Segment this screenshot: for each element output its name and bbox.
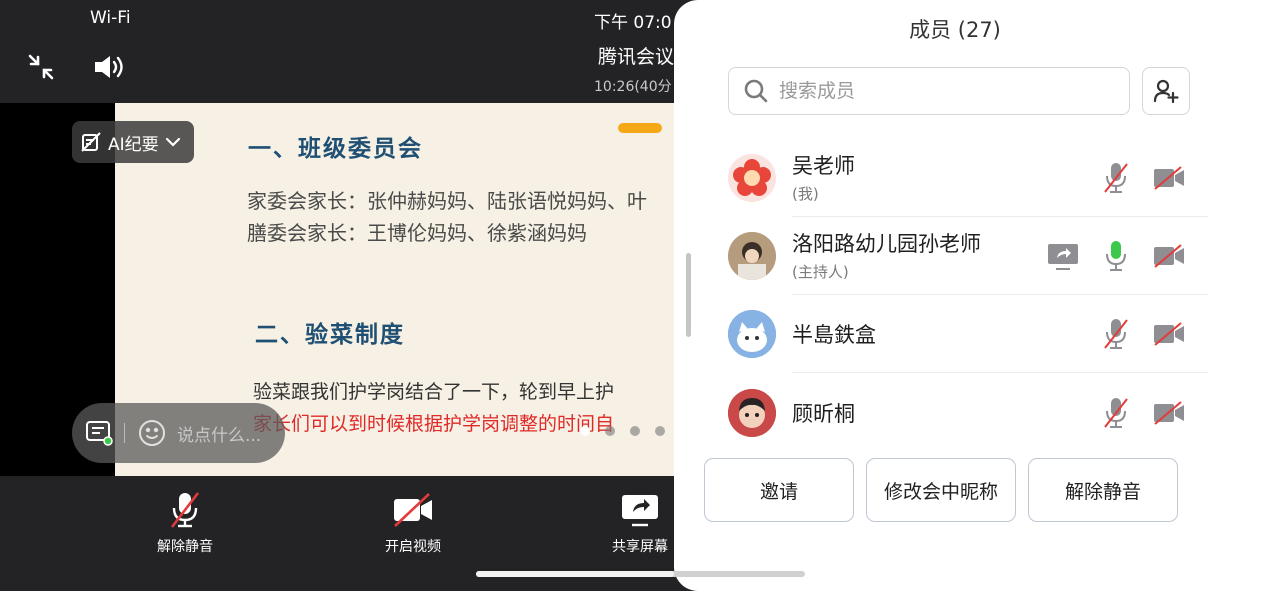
mic-muted-icon[interactable] bbox=[1102, 161, 1130, 195]
child-avatar-icon bbox=[728, 389, 776, 437]
panel-title: 成员 (27) bbox=[909, 18, 1001, 42]
unmute-button[interactable]: 解除静音 bbox=[125, 490, 245, 556]
slide-text-line: 家委会家长：张仲赫妈妈、陆张语悦妈妈、叶 bbox=[247, 189, 647, 213]
member-search[interactable] bbox=[728, 67, 1130, 115]
clock: 下午 07:0 bbox=[594, 13, 672, 33]
mic-on-icon[interactable] bbox=[1102, 239, 1130, 273]
meeting-title: 腾讯会议 bbox=[598, 46, 675, 68]
member-row[interactable]: 洛阳路幼儿园孙老师 (主持人) bbox=[728, 217, 1208, 295]
photo-avatar-icon bbox=[728, 232, 776, 280]
unmute-label: 解除静音 bbox=[157, 539, 213, 555]
meeting-duration: 10:26(40分 bbox=[594, 79, 672, 95]
slide-text-highlight: 家长们可以到时候根据护学岗调整的时间自 bbox=[253, 413, 615, 435]
emoji-icon[interactable] bbox=[137, 418, 167, 448]
screen-sharing-icon bbox=[1048, 244, 1078, 270]
caption-icon[interactable] bbox=[84, 419, 114, 447]
avatar bbox=[728, 232, 776, 280]
search-icon bbox=[744, 79, 768, 103]
camera-off-icon[interactable] bbox=[1152, 243, 1186, 269]
member-row[interactable]: 顾昕桐 bbox=[728, 374, 1208, 452]
flower-avatar-icon bbox=[733, 159, 771, 196]
member-name: 洛阳路幼儿园孙老师 bbox=[792, 232, 981, 256]
member-role: (主持人) bbox=[792, 263, 849, 281]
chevron-down-icon bbox=[165, 137, 180, 147]
members-panel: 成员 (27) 吴老师 (我) bbox=[674, 0, 1280, 591]
share-screen-icon bbox=[622, 495, 658, 527]
chat-placeholder: 说点什么... bbox=[177, 425, 262, 446]
slide-text-line: 膳委会家长：王博伦妈妈、徐紫涵妈妈 bbox=[247, 221, 587, 245]
slide-heading-2: 二、验菜制度 bbox=[255, 321, 405, 348]
camera-off-icon[interactable] bbox=[1152, 400, 1186, 426]
member-name: 顾昕桐 bbox=[792, 402, 855, 426]
camera-off-icon[interactable] bbox=[1152, 165, 1186, 191]
chat-input[interactable]: 说点什么... bbox=[72, 403, 285, 463]
avatar bbox=[728, 154, 776, 202]
exit-fullscreen-button[interactable] bbox=[24, 50, 58, 84]
slide-accent-bar bbox=[618, 123, 662, 133]
member-row[interactable]: 半島鉄盒 bbox=[728, 295, 1208, 373]
member-role: (我) bbox=[792, 185, 819, 203]
page-dot bbox=[580, 426, 590, 436]
invite-button[interactable]: 邀请 bbox=[704, 458, 854, 522]
page-dot bbox=[655, 426, 665, 436]
member-row[interactable]: 吴老师 (我) bbox=[728, 139, 1208, 217]
page-indicator bbox=[580, 426, 665, 436]
mic-muted-icon[interactable] bbox=[1102, 317, 1130, 351]
row-divider bbox=[792, 372, 1208, 373]
collapse-icon bbox=[28, 54, 54, 80]
unmute-all-button[interactable]: 解除静音 bbox=[1028, 458, 1178, 522]
ai-summary-off-icon bbox=[81, 132, 101, 152]
mic-muted-icon bbox=[170, 492, 200, 528]
home-indicator-segment bbox=[476, 571, 674, 577]
member-name: 半島鉄盒 bbox=[792, 323, 876, 347]
camera-off-icon bbox=[394, 493, 432, 527]
slide-heading-1: 一、班级委员会 bbox=[248, 135, 423, 162]
home-indicator bbox=[476, 571, 805, 577]
share-screen-label: 共享屏幕 bbox=[612, 539, 668, 555]
page-dot bbox=[605, 426, 615, 436]
start-video-button[interactable]: 开启视频 bbox=[353, 490, 473, 556]
member-name: 吴老师 bbox=[792, 154, 855, 178]
add-user-icon bbox=[1153, 79, 1179, 104]
start-video-label: 开启视频 bbox=[385, 539, 441, 555]
avatar bbox=[728, 389, 776, 437]
rename-button[interactable]: 修改会中昵称 bbox=[866, 458, 1016, 522]
ai-summary-label: AI纪要 bbox=[108, 134, 159, 155]
scrollbar[interactable] bbox=[686, 253, 691, 337]
mic-muted-icon[interactable] bbox=[1102, 396, 1130, 430]
wifi-status: Wi-Fi bbox=[90, 8, 131, 28]
speaker-button[interactable] bbox=[89, 50, 129, 84]
avatar bbox=[728, 310, 776, 358]
ai-summary-button[interactable]: AI纪要 bbox=[72, 121, 194, 163]
add-member-button[interactable] bbox=[1142, 67, 1190, 115]
member-search-input[interactable] bbox=[777, 79, 1121, 103]
slide-text-line: 验菜跟我们护学岗结合了一下，轮到早上护 bbox=[253, 381, 615, 403]
cat-avatar-icon bbox=[728, 310, 776, 358]
camera-off-icon[interactable] bbox=[1152, 321, 1186, 347]
chat-separator bbox=[124, 423, 125, 443]
page-dot bbox=[630, 426, 640, 436]
speaker-icon bbox=[95, 56, 123, 78]
panel-actions: 邀请 修改会中昵称 解除静音 bbox=[704, 458, 1178, 522]
